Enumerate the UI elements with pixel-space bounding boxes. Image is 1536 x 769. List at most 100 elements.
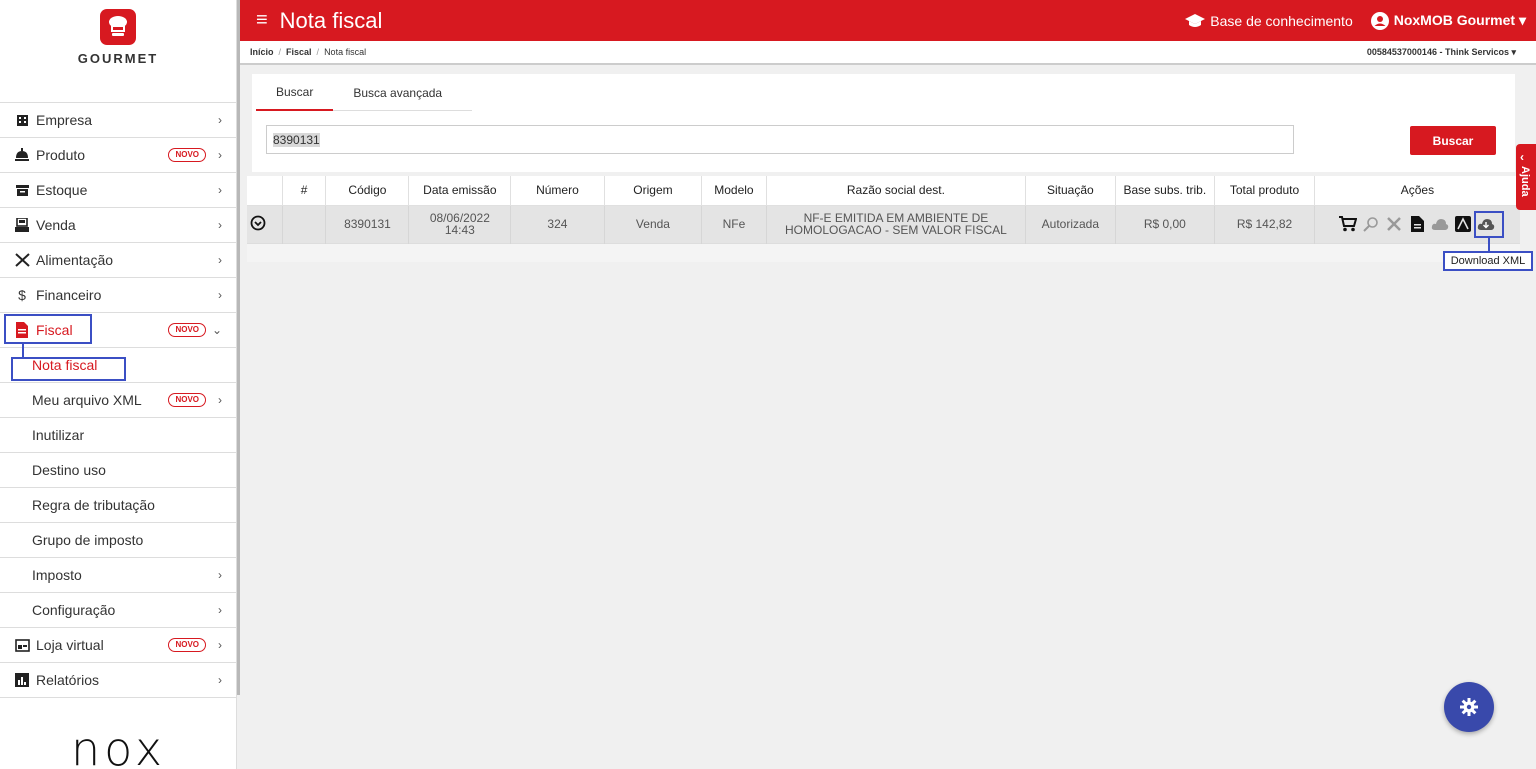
search-icon[interactable] [1362, 215, 1380, 233]
tab-busca-avancada[interactable]: Busca avançada [333, 74, 462, 111]
column-header[interactable]: Código [325, 176, 410, 206]
archive-icon [14, 182, 30, 198]
breadcrumb-home[interactable]: Início [250, 47, 274, 57]
sidebar-item-alimentacao[interactable]: Alimentação › [0, 243, 236, 278]
sidebar-item-label: Empresa [36, 112, 93, 128]
novo-badge: NOVO [168, 638, 206, 652]
table-row[interactable]: 8390131 08/06/2022 14:43 324 Venda NFe NF… [247, 205, 1520, 243]
user-menu[interactable]: NoxMOB Gourmet ▾ [1370, 11, 1526, 30]
sidebar-item-label: Grupo de imposto [32, 532, 144, 548]
column-header[interactable]: # [282, 176, 327, 206]
sidebar-item-label: Regra de tributação [32, 497, 155, 513]
sidebar-item-label: Imposto [32, 567, 82, 583]
cloche-icon [14, 147, 30, 163]
tools-icon[interactable] [1385, 215, 1403, 233]
sidebar-item-label: Meu arquivo XML [32, 392, 142, 408]
highlight-nota-fiscal [11, 357, 126, 381]
sidebar-item-financeiro[interactable]: $ Financeiro › [0, 278, 236, 313]
chevron-right-icon: › [218, 568, 222, 582]
sidebar-item-estoque[interactable]: Estoque › [0, 173, 236, 208]
sidebar-subitem-meu-arquivo-xml[interactable]: Meu arquivo XML NOVO › [0, 383, 236, 418]
company-selector[interactable]: 00584537000146 - Think Servicos ▾ [1367, 47, 1516, 58]
chef-hat-icon [100, 9, 136, 45]
column-header[interactable]: Base subs. trib. [1115, 176, 1216, 206]
help-tab[interactable]: ‹ Ajuda [1516, 144, 1536, 210]
nox-logo: nox [70, 722, 167, 769]
sidebar-item-label: Loja virtual [36, 637, 104, 653]
breadcrumb-fiscal[interactable]: Fiscal [286, 47, 312, 57]
novo-badge: NOVO [168, 393, 206, 407]
file-icon[interactable] [1408, 215, 1426, 233]
cart-icon[interactable] [1339, 215, 1358, 233]
sidebar-subitem-inutilizar[interactable]: Inutilizar [0, 418, 236, 453]
chevron-right-icon: › [218, 673, 222, 687]
chevron-right-icon: › [218, 218, 222, 232]
table-footer-row [247, 242, 1520, 262]
cell-data-emissao: 08/06/2022 14:43 [408, 205, 512, 243]
expand-circle-icon[interactable] [250, 215, 266, 231]
sidebar-item-label: Alimentação [36, 252, 114, 268]
sidebar-item-relatorios[interactable]: Relatórios › [0, 663, 236, 698]
brand-name: GOURMET [77, 51, 159, 66]
sidebar-item-label: Produto [36, 147, 86, 163]
chevron-right-icon: › [218, 253, 222, 267]
chevron-right-icon: › [218, 288, 222, 302]
settings-fab[interactable] [1444, 682, 1494, 732]
sidebar-item-venda[interactable]: Venda › [0, 208, 236, 243]
sidebar-item-label: Financeiro [36, 287, 102, 303]
brand-logo[interactable]: GOURMET [0, 9, 236, 103]
sidebar-item-loja-virtual[interactable]: Loja virtual NOVO › [0, 628, 236, 663]
column-header[interactable]: Razão social dest. [766, 176, 1027, 206]
column-header[interactable]: Situação [1025, 176, 1116, 206]
download-xml-tooltip: Download XML [1443, 251, 1533, 271]
report-icon [14, 672, 30, 688]
search-input[interactable]: 8390131 [266, 125, 1294, 154]
cell-numero: 324 [510, 205, 605, 243]
column-header[interactable]: Data emissão [408, 176, 512, 206]
pdf-icon[interactable] [1454, 215, 1472, 233]
utensils-icon [14, 252, 30, 268]
cell-index [282, 205, 327, 243]
column-header[interactable]: Origem [604, 176, 703, 206]
tab-buscar[interactable]: Buscar [256, 74, 334, 111]
knowledge-base-link[interactable]: Base de conhecimento [1185, 12, 1353, 29]
cell-origem: Venda [604, 205, 703, 243]
chevron-right-icon: › [218, 183, 222, 197]
expand-cell[interactable] [247, 205, 283, 243]
menu-icon[interactable]: ≡ [256, 9, 268, 32]
sidebar-item-produto[interactable]: Produto NOVO › [0, 138, 236, 173]
search-value: 8390131 [273, 132, 320, 147]
highlight-fiscal [4, 314, 92, 344]
column-header[interactable]: Total produto [1214, 176, 1315, 206]
column-header[interactable]: Número [510, 176, 605, 206]
chevron-left-icon: ‹ [1520, 150, 1524, 164]
column-header: Ações [1314, 176, 1520, 206]
search-button[interactable]: Buscar [1410, 126, 1496, 155]
sidebar-subitem-regra-tributacao[interactable]: Regra de tributação [0, 488, 236, 523]
chevron-right-icon: › [218, 148, 222, 162]
sidebar-subitem-destino-uso[interactable]: Destino uso [0, 453, 236, 488]
column-header[interactable]: Modelo [701, 176, 767, 206]
cell-codigo: 8390131 [325, 205, 410, 243]
sidebar-item-empresa[interactable]: Empresa › [0, 103, 236, 138]
chevron-right-icon: › [218, 603, 222, 617]
graduation-cap-icon [1185, 13, 1206, 28]
knowledge-base-label: Base de conhecimento [1210, 12, 1353, 29]
user-menu-label: NoxMOB Gourmet ▾ [1393, 12, 1526, 28]
breadcrumb: Início / Fiscal / Nota fiscal [250, 47, 367, 57]
top-bar: ≡ Nota fiscal Base de conhecimento NoxMO… [240, 0, 1536, 41]
cell-total-produto: R$ 142,82 [1214, 205, 1315, 243]
sidebar-subitem-configuracao[interactable]: Configuração › [0, 593, 236, 628]
help-tab-label: Ajuda [1519, 166, 1531, 197]
sidebar-subitem-grupo-imposto[interactable]: Grupo de imposto [0, 523, 236, 558]
cloud-upload-icon[interactable] [1431, 215, 1449, 233]
highlight-connector [22, 344, 24, 357]
sidebar-subitem-imposto[interactable]: Imposto › [0, 558, 236, 593]
user-circle-icon [1370, 11, 1389, 30]
sidebar-scrollbar[interactable] [237, 0, 240, 695]
cell-base-subs: R$ 0,00 [1115, 205, 1216, 243]
cell-modelo: NFe [701, 205, 767, 243]
highlight-connector [1488, 238, 1490, 252]
table-header-row: # Código Data emissão Número Origem Mode… [247, 176, 1520, 206]
chevron-down-icon: ⌄ [212, 323, 223, 337]
